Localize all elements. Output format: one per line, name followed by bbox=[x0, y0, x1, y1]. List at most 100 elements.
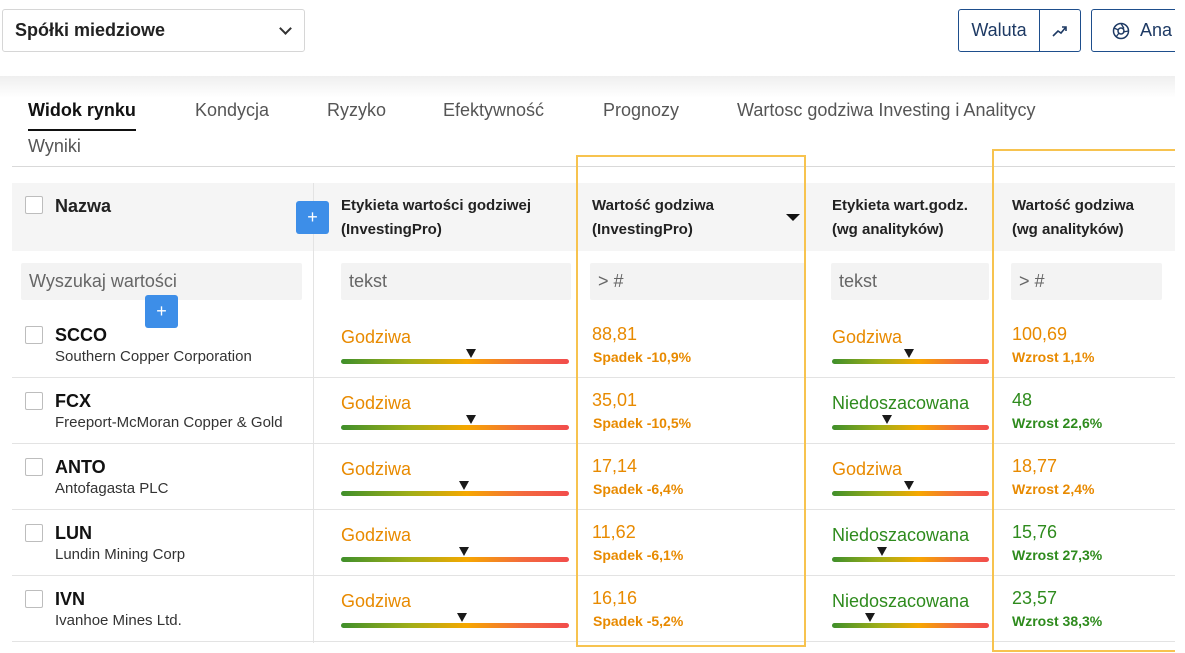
tab-condition[interactable]: Kondycja bbox=[195, 100, 269, 121]
row-fv-label-pro: Godziwa bbox=[341, 591, 412, 611]
tab-efficiency[interactable]: Efektywność bbox=[443, 100, 544, 121]
row-fv-gauge-analysts bbox=[832, 481, 989, 496]
row-fv-pro-change: Spadek -5,2% bbox=[593, 613, 684, 629]
row-ticker[interactable]: SCCO bbox=[55, 325, 107, 346]
row-checkbox[interactable] bbox=[25, 524, 43, 542]
row-company: Antofagasta PLC bbox=[55, 480, 169, 497]
row-fv-gauge-pro bbox=[341, 547, 569, 562]
watchlist-dropdown[interactable]: Spółki miedziowe bbox=[2, 9, 305, 52]
header-name[interactable]: Nazwa bbox=[55, 194, 111, 218]
row-fv-label-pro: Godziwa bbox=[341, 327, 412, 347]
header-fv-label-pro-line1: Etykieta wartości godziwej bbox=[341, 197, 532, 214]
row-fv-label-analysts: Godziwa bbox=[832, 459, 903, 479]
tab-forecasts[interactable]: Prognozy bbox=[603, 100, 679, 121]
toolbar: Spółki miedziowe Waluta Ana bbox=[0, 0, 1185, 76]
row-fv-analysts-change: Wzrost 22,6% bbox=[1012, 415, 1103, 431]
header-fv-analysts-line1: Wartość godziwa bbox=[1012, 197, 1134, 214]
row-fv-pro-change: Spadek -6,4% bbox=[593, 481, 684, 497]
currency-button-group: Waluta bbox=[958, 9, 1081, 52]
fv-analysts-filter-input[interactable]: > # bbox=[1011, 263, 1162, 300]
row-fv-analysts-change: Wzrost 38,3% bbox=[1012, 613, 1103, 629]
row-fv-pro-change: Spadek -10,5% bbox=[593, 415, 692, 431]
row-checkbox[interactable] bbox=[25, 326, 43, 344]
sort-desc-icon[interactable] bbox=[786, 214, 800, 221]
analyze-label: Ana bbox=[1140, 20, 1173, 40]
row-ticker[interactable]: ANTO bbox=[55, 457, 106, 478]
row-ticker[interactable]: LUN bbox=[55, 523, 92, 544]
header-fv-pro[interactable]: Wartość godziwa (InvestingPro) bbox=[592, 194, 714, 242]
gauge-marker-icon bbox=[465, 349, 476, 358]
currency-button[interactable]: Waluta bbox=[959, 10, 1040, 51]
row-fv-analysts-change: Wzrost 2,4% bbox=[1012, 481, 1095, 497]
row-divider bbox=[12, 509, 1175, 510]
row-fv-label-pro: Godziwa bbox=[341, 459, 412, 479]
row-fv-gauge-pro bbox=[341, 481, 569, 496]
gauge-marker-icon bbox=[877, 547, 888, 556]
header-fv-pro-line2: (InvestingPro) bbox=[592, 221, 693, 238]
row-fv-label-analysts: Godziwa bbox=[832, 327, 903, 347]
row-fv-pro-change: Spadek -10,9% bbox=[593, 349, 692, 365]
trend-button[interactable] bbox=[1040, 10, 1080, 51]
row-fv-pro-change: Spadek -6,1% bbox=[593, 547, 684, 563]
gauge-marker-icon bbox=[456, 613, 467, 622]
view-tabs: Widok rynku Kondycja Ryzyko Efektywność … bbox=[28, 100, 1128, 170]
row-fv-label-analysts: Niedoszacowana bbox=[832, 525, 970, 545]
row-company: Lundin Mining Corp bbox=[55, 546, 186, 563]
fv-pro-filter-input[interactable]: > # bbox=[590, 263, 806, 300]
header-fv-analysts-line2: (wg analityków) bbox=[1012, 221, 1124, 238]
row-fv-label-analysts: Niedoszacowana bbox=[832, 591, 970, 611]
tab-fair-value-analysts[interactable]: Wartosc godziwa Investing i Analitycy bbox=[737, 100, 1035, 121]
fv-label-analysts-filter-input[interactable]: tekst bbox=[831, 263, 989, 300]
row-fv-analysts-value: 23,57 bbox=[1012, 588, 1058, 608]
row-fv-analysts-change: Wzrost 27,3% bbox=[1012, 547, 1103, 563]
row-company: Freeport-McMoran Copper & Gold bbox=[55, 414, 283, 431]
tab-risk[interactable]: Ryzyko bbox=[327, 100, 386, 121]
row-fv-gauge-pro bbox=[341, 349, 569, 364]
gauge-marker-icon bbox=[903, 481, 914, 490]
row-divider bbox=[12, 443, 1175, 444]
aperture-icon bbox=[1112, 22, 1130, 39]
row-fv-pro-value: 16,16 bbox=[592, 588, 638, 608]
row-divider bbox=[12, 377, 1175, 378]
trend-up-icon bbox=[1052, 25, 1067, 37]
gauge-marker-icon bbox=[465, 415, 476, 424]
row-checkbox[interactable] bbox=[25, 458, 43, 476]
row-fv-gauge-pro bbox=[341, 415, 569, 430]
row-fv-pro-value: 11,62 bbox=[592, 522, 636, 542]
row-fv-pro-value: 35,01 bbox=[592, 390, 638, 410]
gauge-marker-icon bbox=[881, 415, 892, 424]
row-fv-gauge-analysts bbox=[832, 349, 989, 364]
header-fv-label-analysts-line1: Etykieta wart.godz. bbox=[832, 197, 968, 214]
row-divider bbox=[12, 641, 1175, 642]
watchlist-name: Spółki miedziowe bbox=[15, 20, 166, 40]
row-divider bbox=[12, 575, 1175, 576]
tab-market-view[interactable]: Widok rynku bbox=[28, 100, 136, 131]
row-fv-gauge-analysts bbox=[832, 547, 989, 562]
tabs-divider bbox=[12, 166, 1175, 167]
select-all-checkbox[interactable] bbox=[25, 196, 43, 214]
row-fv-analysts-value: 48 bbox=[1012, 390, 1033, 410]
row-checkbox[interactable] bbox=[25, 392, 43, 410]
fv-label-pro-filter-input[interactable]: tekst bbox=[341, 263, 571, 300]
tab-results[interactable]: Wyniki bbox=[28, 136, 81, 157]
row-fv-analysts-change: Wzrost 1,1% bbox=[1012, 349, 1095, 365]
row-fv-label-pro: Godziwa bbox=[341, 393, 412, 413]
row-fv-pro-value: 17,14 bbox=[592, 456, 638, 476]
row-ticker[interactable]: FCX bbox=[55, 391, 91, 412]
row-checkbox[interactable] bbox=[25, 590, 43, 608]
add-symbol-button[interactable]: + bbox=[145, 295, 178, 328]
column-separator bbox=[313, 183, 314, 643]
header-fv-analysts[interactable]: Wartość godziwa (wg analityków) bbox=[1012, 194, 1134, 242]
row-company: Southern Copper Corporation bbox=[55, 348, 252, 365]
chevron-down-icon bbox=[279, 21, 292, 35]
header-fv-label-analysts[interactable]: Etykieta wart.godz. (wg analityków) bbox=[832, 194, 968, 242]
row-company: Ivanhoe Mines Ltd. bbox=[55, 612, 182, 629]
row-fv-label-pro: Godziwa bbox=[341, 525, 412, 545]
header-fv-label-pro-line2: (InvestingPro) bbox=[341, 221, 442, 238]
row-ticker[interactable]: IVN bbox=[55, 589, 85, 610]
add-column-button[interactable]: + bbox=[296, 201, 329, 234]
row-fv-analysts-value: 18,77 bbox=[1012, 456, 1058, 476]
header-fv-label-pro[interactable]: Etykieta wartości godziwej (InvestingPro… bbox=[341, 194, 531, 242]
gauge-marker-icon bbox=[459, 547, 470, 556]
analyze-button[interactable]: Ana bbox=[1091, 9, 1185, 52]
